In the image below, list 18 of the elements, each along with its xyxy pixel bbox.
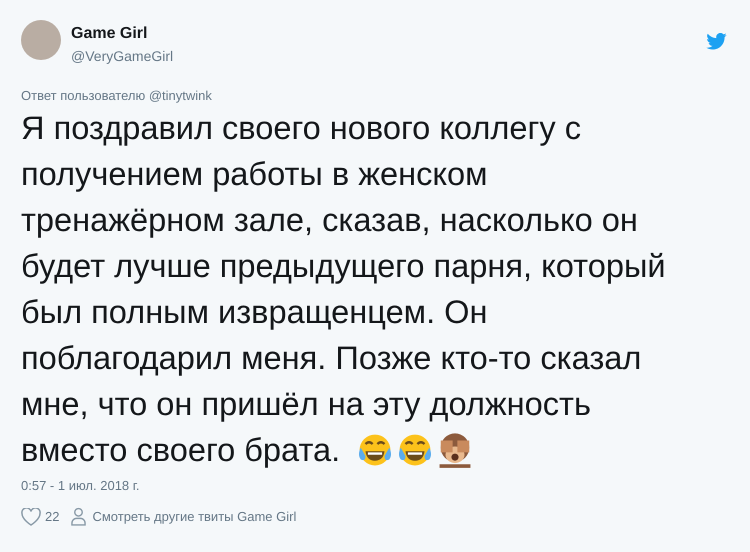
- tweet-text-line: тренажёрном зале, сказав, насколько он: [21, 200, 638, 240]
- tweet-text-line: вместо своего брата.: [21, 430, 340, 470]
- tweet-text-line: был полным извращенцем. Он: [21, 292, 488, 332]
- tweet-text-line: поблагодарил меня. Позже кто-то сказал: [21, 338, 642, 378]
- more-tweets-link[interactable]: Смотреть другие твиты Game Girl: [92, 509, 296, 524]
- bird-icon[interactable]: [706, 33, 727, 50]
- reply-to-text: Ответ пользователю @tinytwink: [21, 88, 213, 104]
- heart-icon[interactable]: [21, 508, 41, 526]
- author-handle[interactable]: @VeryGameGirl: [71, 46, 706, 66]
- tweet-text-line: будет лучше предыдущего парня, который: [21, 246, 666, 286]
- avatar[interactable]: [21, 20, 61, 60]
- like-count: 22: [45, 509, 60, 524]
- tweet-text-line: получением работы в женском: [21, 154, 488, 194]
- timestamp[interactable]: 0:57 - 1 июл. 2018 г.: [21, 477, 729, 495]
- person-icon[interactable]: [71, 507, 86, 526]
- tweet-text-line: мне, что он пришёл на эту должность: [21, 384, 591, 424]
- author-name[interactable]: Game Girl: [71, 23, 706, 45]
- tweet-text-line: Я поздравил своего нового коллегу с: [21, 108, 581, 148]
